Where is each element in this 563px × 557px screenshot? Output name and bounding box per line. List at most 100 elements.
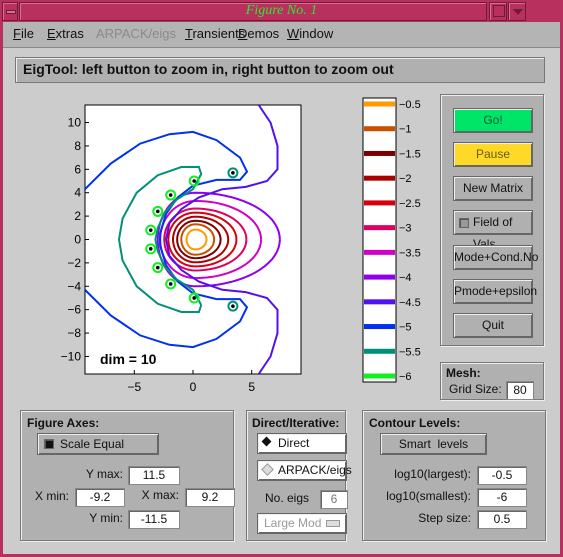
colorbar-swatch <box>364 175 395 181</box>
y-tick-label: 2 <box>74 209 81 223</box>
y-tick-label: −2 <box>67 256 81 270</box>
no-eigs-input[interactable]: 6 <box>320 490 348 509</box>
colorbar-swatch <box>364 373 395 379</box>
menu-file-label: ile <box>20 26 34 41</box>
menu-arpack-label: ARPACK/eigs <box>96 26 176 41</box>
menu-extras-mnemonic: E <box>47 26 56 41</box>
figure-axes-title: Figure Axes: <box>27 416 100 430</box>
step-size-input[interactable]: 0.5 <box>477 510 527 529</box>
window-title: Figure No. 1 <box>245 3 318 18</box>
colorbar-label: −5.5 <box>399 346 421 358</box>
maximize-icon <box>493 5 505 17</box>
menu-window[interactable]: Window <box>287 26 333 41</box>
scale-equal-checkbox[interactable] <box>44 439 54 449</box>
arpack-label: ARPACK/eigs <box>278 463 352 477</box>
smallest-input[interactable]: -6 <box>477 488 527 507</box>
colorbar-label: −0.5 <box>399 99 421 111</box>
pause-button[interactable]: Pause <box>453 142 533 167</box>
colorbar-label: −4.5 <box>399 297 421 309</box>
scale-equal-toggle[interactable]: Scale Equal <box>37 433 159 455</box>
y-tick-label: −4 <box>67 279 81 293</box>
status-bar: EigTool: left button to zoom in, right b… <box>15 57 545 83</box>
colorbar-label: −2.5 <box>399 198 421 210</box>
colorbar-swatch <box>364 274 395 280</box>
y-tick-label: 4 <box>74 186 81 200</box>
y-tick-label: 10 <box>68 116 82 130</box>
eigenvalue-marker <box>231 304 235 308</box>
mode-cond-button[interactable]: Mode+Cond.No <box>453 245 538 270</box>
eigenvalue-marker <box>148 247 153 251</box>
quit-button[interactable]: Quit <box>453 313 533 338</box>
eigenvalue-marker <box>148 228 153 232</box>
no-eigs-label: No. eigs <box>265 491 310 505</box>
direct-iterative-title: Direct/Iterative: <box>252 416 340 430</box>
x-tick-label: −5 <box>127 380 141 394</box>
colorbar-swatch <box>364 101 395 107</box>
y-tick-label: 0 <box>74 233 81 247</box>
xmin-input[interactable]: -9.2 <box>75 488 125 507</box>
smallest-label: log10(smallest): <box>386 489 471 503</box>
colorbar-swatch <box>364 225 395 231</box>
minimize-button[interactable] <box>508 2 526 21</box>
arpack-radio[interactable]: ARPACK/eigs <box>257 460 352 481</box>
direct-label: Direct <box>278 436 310 450</box>
pseudospectra-plot[interactable]: −5 0 5 10 8 6 4 2 0 −2 −4 −6 −8 −10 dim = 10 <box>50 95 310 395</box>
colorbar-swatch <box>364 200 395 206</box>
menu-file-mnemonic: F <box>13 26 21 41</box>
menu-demos-mnemonic: D <box>238 26 248 41</box>
title-bar: Figure No. 1 <box>0 0 563 22</box>
field-of-values-toggle[interactable]: Field of Vals. <box>453 210 533 251</box>
y-tick-label: −8 <box>67 326 81 340</box>
dropdown-indicator-icon <box>326 520 340 527</box>
new-matrix-button[interactable]: New Matrix <box>453 176 533 201</box>
colorbar-label: −3 <box>399 223 412 235</box>
field-of-values-checkbox[interactable] <box>459 218 469 228</box>
pmode-epsilon-button[interactable]: Pmode+epsilon <box>453 279 537 304</box>
menu-transients[interactable]: Transients <box>185 26 245 41</box>
grid-size-label: Grid Size: <box>449 382 502 396</box>
colorbar-label: −2 <box>399 173 412 185</box>
direct-radio[interactable]: Direct <box>257 433 347 454</box>
go-button[interactable]: Go! <box>453 108 533 133</box>
menu-demos[interactable]: Demos <box>238 26 279 41</box>
colorbar-label: −3.5 <box>399 247 421 259</box>
contour-levels-title: Contour Levels: <box>369 416 461 430</box>
largest-input[interactable]: -0.5 <box>477 466 527 485</box>
colorbar: −0.5 −1 −1.5 −2 −2.5 −3 −3.5 −4 −4.5 −5 −5.5 −6 <box>362 97 421 383</box>
ymin-input[interactable]: -11.5 <box>128 510 180 529</box>
eigenvalue-marker <box>192 296 196 300</box>
x-tick-label: 5 <box>248 380 255 394</box>
arpack-radio-indicator <box>261 463 274 476</box>
eigenvalue-marker <box>192 179 196 183</box>
colorbar-swatch <box>364 126 395 132</box>
direct-iterative-panel: Direct/Iterative: Direct ARPACK/eigs No.… <box>246 410 352 541</box>
xmax-input[interactable]: 9.2 <box>185 488 235 507</box>
x-tick-label: 0 <box>190 380 197 394</box>
y-tick-label: 6 <box>74 162 81 176</box>
plot-area[interactable] <box>84 104 302 375</box>
smart-levels-button[interactable]: Smart levels <box>380 433 487 455</box>
colorbar-label: −1 <box>399 124 412 136</box>
status-message: EigTool: left button to zoom in, right b… <box>23 61 394 77</box>
large-mod-label: Large Mod <box>264 516 322 530</box>
menu-file[interactable]: File <box>13 26 34 41</box>
menu-window-label: indow <box>299 26 334 41</box>
dim-annotation: dim = 10 <box>100 351 157 367</box>
menu-arpack[interactable]: ARPACK/eigs <box>96 26 176 41</box>
mesh-panel: Mesh: Grid Size: 80 <box>440 362 544 400</box>
ymax-input[interactable]: 11.5 <box>128 466 180 485</box>
maximize-button[interactable] <box>489 2 507 21</box>
eigenvalue-marker <box>168 193 173 197</box>
minimize-icon <box>513 9 523 15</box>
contour-levels-panel: Contour Levels: Smart levels log10(large… <box>362 410 546 541</box>
menu-extras[interactable]: Extras <box>47 26 84 41</box>
figure-axes-panel: Figure Axes: Scale Equal Y max: 11.5 X m… <box>20 410 235 541</box>
large-mod-select[interactable]: Large Mod <box>257 513 347 534</box>
eigenvalue-marker <box>155 209 160 214</box>
colorbar-label: −4 <box>399 272 412 284</box>
colorbar-swatch <box>364 150 395 156</box>
colorbar-label: −6 <box>399 371 412 383</box>
mesh-title: Mesh: <box>446 366 481 380</box>
colorbar-swatch <box>364 249 395 255</box>
grid-size-input[interactable]: 80 <box>506 381 534 400</box>
